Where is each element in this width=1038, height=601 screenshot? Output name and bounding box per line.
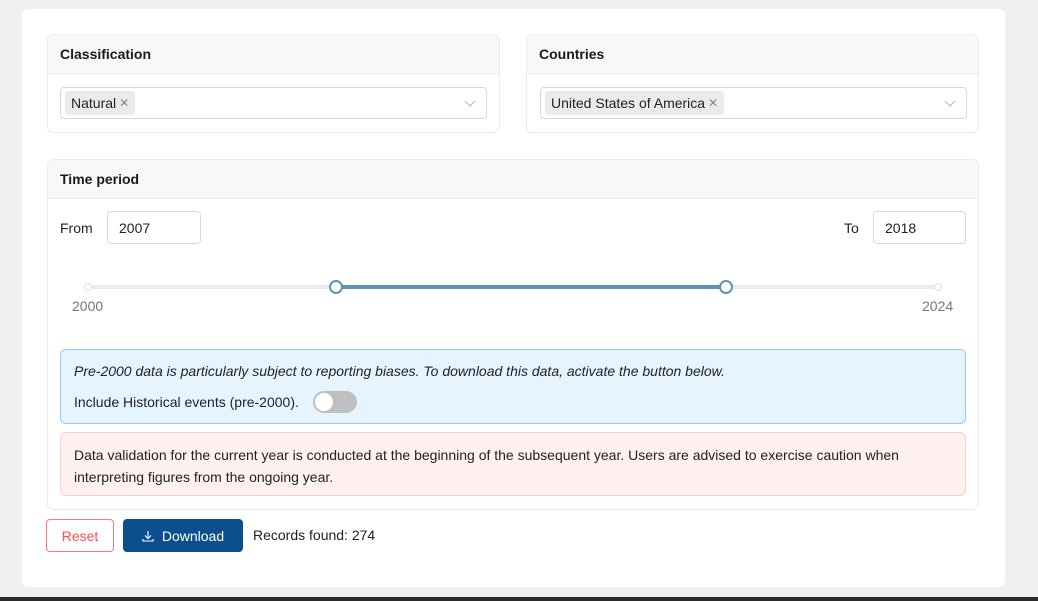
to-year-input[interactable] xyxy=(873,211,966,244)
historical-toggle-switch[interactable] xyxy=(312,391,357,413)
records-found-count: Records found: 274 xyxy=(253,527,376,543)
slider-min-dot xyxy=(84,283,92,291)
download-icon xyxy=(142,530,154,542)
historical-data-message: Pre-2000 data is particularly subject to… xyxy=(74,363,725,379)
chevron-down-icon[interactable] xyxy=(944,97,956,109)
classification-panel: Classification Natural ✕ xyxy=(47,34,500,133)
close-icon[interactable]: ✕ xyxy=(119,96,129,110)
classification-select[interactable]: Natural ✕ xyxy=(60,87,487,119)
toggle-knob xyxy=(314,393,333,411)
from-label: From xyxy=(60,220,93,236)
to-label: To xyxy=(844,220,859,236)
time-period-title: Time period xyxy=(48,160,978,199)
slider-min-label: 2000 xyxy=(72,298,104,314)
historical-toggle-row: Include Historical events (pre-2000). xyxy=(74,391,357,413)
historical-toggle-label: Include Historical events (pre-2000). xyxy=(74,394,299,410)
countries-tag-label: United States of America xyxy=(551,95,706,111)
validation-warning-alert: Data validation for the current year is … xyxy=(60,432,966,496)
bottom-divider xyxy=(0,597,1038,601)
download-button[interactable]: Download xyxy=(123,519,243,552)
reset-button[interactable]: Reset xyxy=(46,519,114,552)
historical-data-alert: Pre-2000 data is particularly subject to… xyxy=(60,349,966,424)
classification-title: Classification xyxy=(48,35,499,74)
slider-end-handle[interactable] xyxy=(718,280,733,294)
chevron-down-icon[interactable] xyxy=(464,97,476,109)
year-slider-track[interactable] xyxy=(335,285,726,289)
countries-panel: Countries United States of America ✕ xyxy=(526,34,979,133)
classification-tag-label: Natural xyxy=(71,95,117,111)
countries-tag: United States of America ✕ xyxy=(545,91,725,115)
classification-tag: Natural ✕ xyxy=(65,91,136,115)
download-label: Download xyxy=(161,527,225,544)
close-icon[interactable]: ✕ xyxy=(708,96,718,110)
slider-max-dot xyxy=(934,283,942,291)
from-year-input[interactable] xyxy=(107,211,201,244)
countries-title: Countries xyxy=(527,35,978,74)
validation-warning-message: Data validation for the current year is … xyxy=(74,447,899,485)
slider-max-label: 2024 xyxy=(922,298,954,314)
slider-start-handle[interactable] xyxy=(328,280,343,294)
countries-select[interactable]: United States of America ✕ xyxy=(540,87,967,119)
